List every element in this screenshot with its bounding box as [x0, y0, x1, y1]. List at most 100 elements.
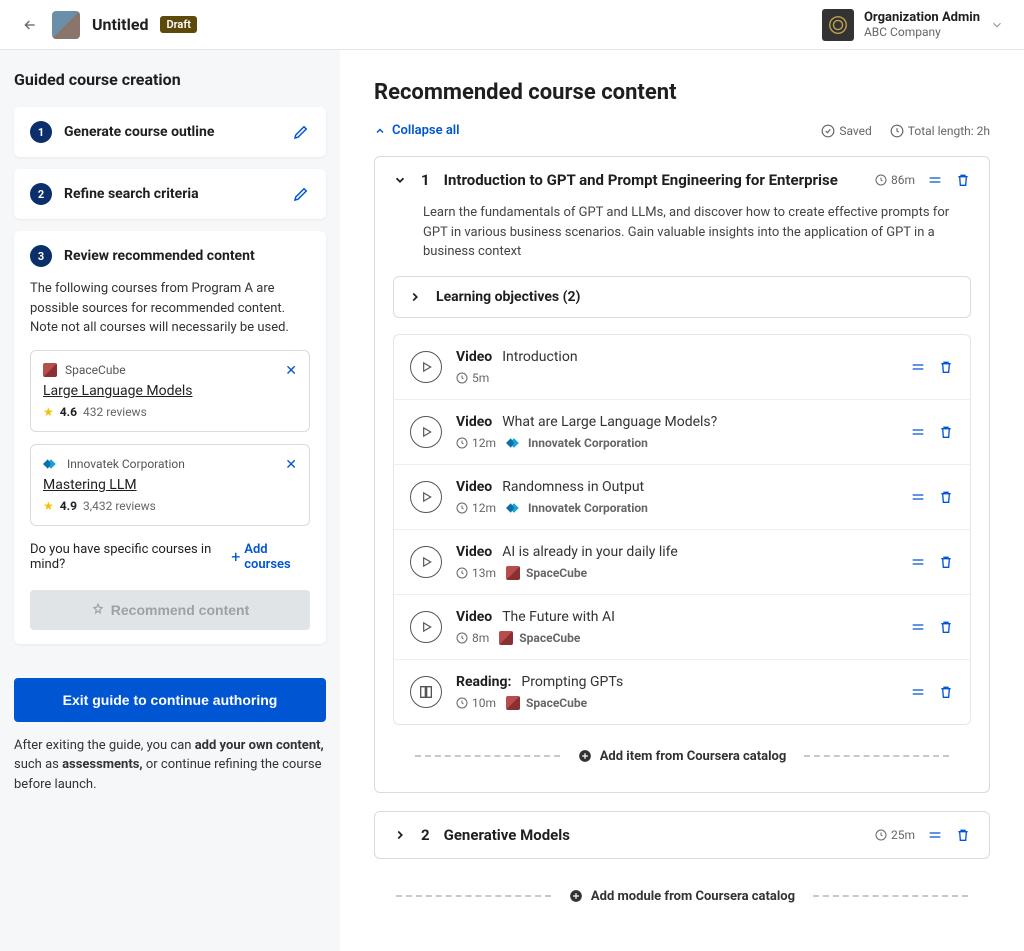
step-card-2[interactable]: 2Refine search criteria [14, 169, 326, 219]
spacecube-icon [43, 363, 57, 377]
source-card: ✕ Innovatek Corporation Mastering LLM ★ 4… [30, 444, 310, 526]
item-actions [910, 424, 954, 440]
add-item-button[interactable]: Add item from Coursera catalog [393, 737, 971, 776]
content-item: VideoRandomness in Output 12m Innovatek … [394, 465, 970, 530]
org-info: Organization Admin ABC Company [864, 10, 980, 39]
page-title: Recommended course content [374, 80, 990, 105]
item-type: Video [456, 544, 492, 560]
module-card: 1 Introduction to GPT and Prompt Engineer… [374, 156, 990, 793]
item-provider: SpaceCube [506, 696, 587, 710]
play-icon[interactable] [410, 611, 442, 643]
source-rating: 4.9 [60, 499, 77, 513]
module-duration: 86m [875, 173, 915, 187]
item-actions [910, 684, 954, 700]
delete-icon[interactable] [955, 172, 971, 188]
content-item: VideoWhat are Large Language Models? 12m… [394, 400, 970, 465]
star-icon: ★ [43, 405, 54, 419]
sidebar: Guided course creation 1Generate course … [0, 50, 340, 951]
source-title-link[interactable]: Large Language Models [43, 383, 297, 399]
step-number: 2 [30, 183, 52, 205]
remove-source-icon[interactable]: ✕ [285, 363, 297, 379]
play-icon[interactable] [410, 546, 442, 578]
learning-objectives-toggle[interactable]: Learning objectives (2) [393, 276, 971, 318]
module-number: 2 [421, 826, 430, 844]
add-courses-question: Do you have specific courses in mind? [30, 542, 231, 572]
exit-guide-button[interactable]: Exit guide to continue authoring [14, 678, 326, 722]
step-card-1[interactable]: 1Generate course outline [14, 107, 326, 157]
sidebar-heading: Guided course creation [14, 70, 326, 89]
item-title: Randomness in Output [502, 479, 644, 495]
content-item: VideoAI is already in your daily life 13… [394, 530, 970, 595]
org-avatar [822, 9, 854, 41]
back-arrow-icon[interactable] [20, 15, 40, 35]
source-rating: 4.6 [60, 405, 77, 419]
status-group: Saved Total length: 2h [821, 124, 990, 138]
item-duration: 12m [456, 436, 496, 450]
edit-icon[interactable] [292, 123, 310, 141]
delete-icon[interactable] [938, 489, 954, 505]
module-title: Introduction to GPT and Prompt Engineeri… [444, 171, 838, 189]
innovatek-icon [43, 458, 59, 470]
delete-icon[interactable] [938, 359, 954, 375]
chevron-icon[interactable] [393, 828, 407, 842]
content-item: Reading:Prompting GPTs 10m SpaceCube [394, 660, 970, 724]
saved-status: Saved [821, 124, 871, 138]
module-header[interactable]: 1 Introduction to GPT and Prompt Engineer… [375, 157, 989, 203]
play-icon[interactable] [410, 481, 442, 513]
course-thumbnail [52, 11, 80, 39]
delete-icon[interactable] [938, 684, 954, 700]
item-provider: SpaceCube [499, 631, 580, 645]
drag-handle-icon[interactable] [910, 619, 926, 635]
module-header[interactable]: 2 Generative Models 25m [375, 812, 989, 858]
collapse-all-button[interactable]: Collapse all [374, 123, 460, 138]
delete-icon[interactable] [938, 619, 954, 635]
add-courses-link[interactable]: + Add courses [231, 542, 310, 572]
chevron-down-icon[interactable] [990, 18, 1004, 32]
play-icon[interactable] [410, 351, 442, 383]
item-actions [910, 489, 954, 505]
star-icon: ★ [43, 499, 54, 513]
item-type: Video [456, 609, 492, 625]
drag-handle-icon[interactable] [910, 359, 926, 375]
reading-icon[interactable] [410, 676, 442, 708]
module-number: 1 [421, 171, 430, 189]
innovatek-icon [506, 437, 522, 449]
add-module-button[interactable]: Add module from Coursera catalog [374, 877, 990, 916]
delete-icon[interactable] [955, 827, 971, 843]
module-title: Generative Models [444, 826, 570, 844]
items-list: VideoIntroduction 5m VideoWhat are Large… [393, 334, 971, 725]
module-duration: 25m [875, 828, 915, 842]
org-name: ABC Company [864, 25, 980, 39]
content-item: VideoIntroduction 5m [394, 335, 970, 400]
drag-handle-icon[interactable] [910, 424, 926, 440]
chevron-icon[interactable] [393, 173, 407, 187]
drag-handle-icon[interactable] [910, 489, 926, 505]
delete-icon[interactable] [938, 424, 954, 440]
edit-icon[interactable] [292, 185, 310, 203]
play-icon[interactable] [410, 416, 442, 448]
top-bar-left: Untitled Draft [20, 11, 197, 39]
content-item: VideoThe Future with AI 8m SpaceCube [394, 595, 970, 660]
item-actions [910, 359, 954, 375]
source-reviews: 432 reviews [83, 405, 147, 419]
delete-icon[interactable] [938, 554, 954, 570]
item-provider: SpaceCube [506, 566, 587, 580]
item-provider: Innovatek Corporation [506, 436, 648, 450]
drag-handle-icon[interactable] [910, 554, 926, 570]
org-role: Organization Admin [864, 10, 980, 25]
main-content: Recommended course content Collapse all … [340, 50, 1024, 951]
item-type: Video [456, 349, 492, 365]
remove-source-icon[interactable]: ✕ [285, 457, 297, 473]
step-title: Review recommended content [64, 248, 255, 264]
drag-handle-icon[interactable] [910, 684, 926, 700]
item-duration: 12m [456, 501, 496, 515]
top-bar-right[interactable]: Organization Admin ABC Company [822, 9, 1004, 41]
controls-row: Collapse all Saved Total length: 2h [374, 123, 990, 138]
item-title: Introduction [502, 349, 577, 365]
source-title-link[interactable]: Mastering LLM [43, 477, 297, 493]
step-number: 1 [30, 121, 52, 143]
drag-handle-icon[interactable] [927, 172, 943, 188]
item-actions [910, 554, 954, 570]
source-provider: Innovatek Corporation [67, 457, 185, 471]
drag-handle-icon[interactable] [927, 827, 943, 843]
